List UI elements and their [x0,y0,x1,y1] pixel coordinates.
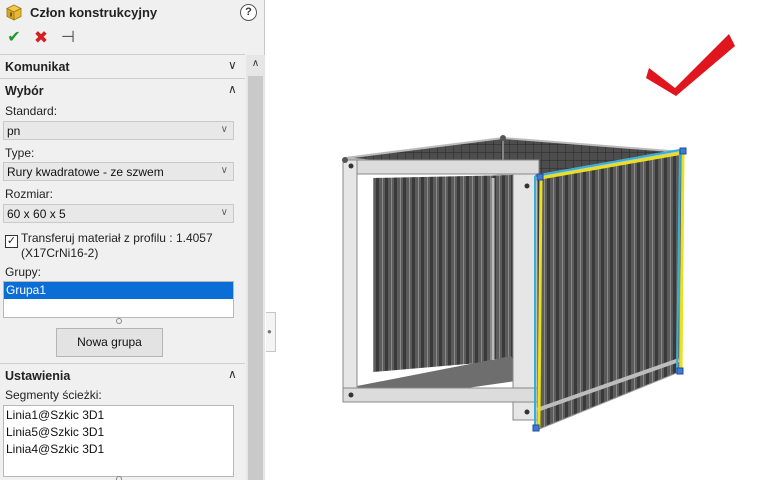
groups-listbox[interactable]: Grupa1 [3,281,234,318]
chevron-down-icon[interactable]: ∨ [228,58,237,72]
path-segments-listbox[interactable]: Linia1@Szkic 3D1 Linia5@Szkic 3D1 Linia4… [3,405,234,477]
section-message-header[interactable]: Komunikat ∨ [0,56,246,78]
front-frame-left-post [342,159,358,401]
section-settings-title: Ustawienia [5,369,71,383]
structural-member-icon [6,4,22,21]
panel-header: Człon konstrukcyjny ? [0,0,265,26]
new-group-button[interactable]: Nowa grupa [56,328,163,357]
cancel-button[interactable]: ✖ [31,29,51,47]
3d-model-view[interactable] [277,0,768,480]
front-frame-bottom [342,387,538,403]
transfer-material-label: Transferuj materiał z profilu : 1.4057 (… [21,231,213,260]
scroll-up-icon[interactable]: ∧ [246,55,265,73]
type-select[interactable]: Rury kwadratowe - ze szwem ∨ [3,162,234,181]
list-item[interactable]: Linia5@Szkic 3D1 [4,424,233,441]
list-item[interactable]: Grupa1 [4,282,233,299]
section-settings-header[interactable]: Ustawienia ∧ [0,365,246,387]
type-value: Rury kwadratowe - ze szwem [7,165,164,179]
checkmark-icon [646,34,735,96]
container-side-wall [536,151,684,431]
segments-label: Segmenty ścieżki: [5,388,102,402]
divider [0,363,245,364]
divider [0,78,245,79]
section-selection-title: Wybór [5,84,44,98]
chevron-down-icon: ∨ [220,124,228,135]
type-label: Type: [5,146,35,160]
size-select[interactable]: 60 x 60 x 5 ∨ [3,204,234,223]
standard-label: Standard: [5,104,58,118]
list-item[interactable]: Linia4@Szkic 3D1 [4,441,233,458]
front-frame-right-post [512,173,538,421]
resize-grip-icon[interactable] [116,476,122,480]
scrollbar-thumb[interactable] [248,76,263,480]
help-icon[interactable]: ? [240,4,257,21]
standard-select[interactable]: pn ∨ [3,121,234,140]
section-selection-header[interactable]: Wybór ∧ [0,80,246,102]
chevron-down-icon: ∨ [220,165,228,176]
graphics-viewport[interactable] [277,0,768,480]
standard-value: pn [7,124,21,138]
chevron-down-icon: ∨ [220,207,228,218]
chevron-up-icon[interactable]: ∧ [228,82,237,96]
action-toolbar: ✔ ✖ ⊣ [0,27,265,49]
divider [0,54,245,55]
list-item[interactable]: Linia1@Szkic 3D1 [4,407,233,424]
panel-title: Człon konstrukcyjny [30,5,158,20]
pin-icon[interactable]: ⊣ [58,29,78,47]
ok-button[interactable]: ✔ [4,29,24,47]
grip-icon: ● [267,327,272,336]
panel-collapse-handle[interactable]: ● [266,312,276,352]
section-message-title: Komunikat [5,60,70,74]
transfer-material-checkbox[interactable]: ✓ [5,235,18,248]
front-frame-top [342,159,540,175]
groups-label: Grupy: [5,265,42,279]
size-value: 60 x 60 x 5 [7,207,66,221]
property-manager-panel: Człon konstrukcyjny ? ✔ ✖ ⊣ Komunikat ∨ … [0,0,265,480]
chevron-up-icon[interactable]: ∧ [228,367,237,381]
resize-grip-icon[interactable] [116,318,122,324]
size-label: Rozmiar: [5,187,54,201]
